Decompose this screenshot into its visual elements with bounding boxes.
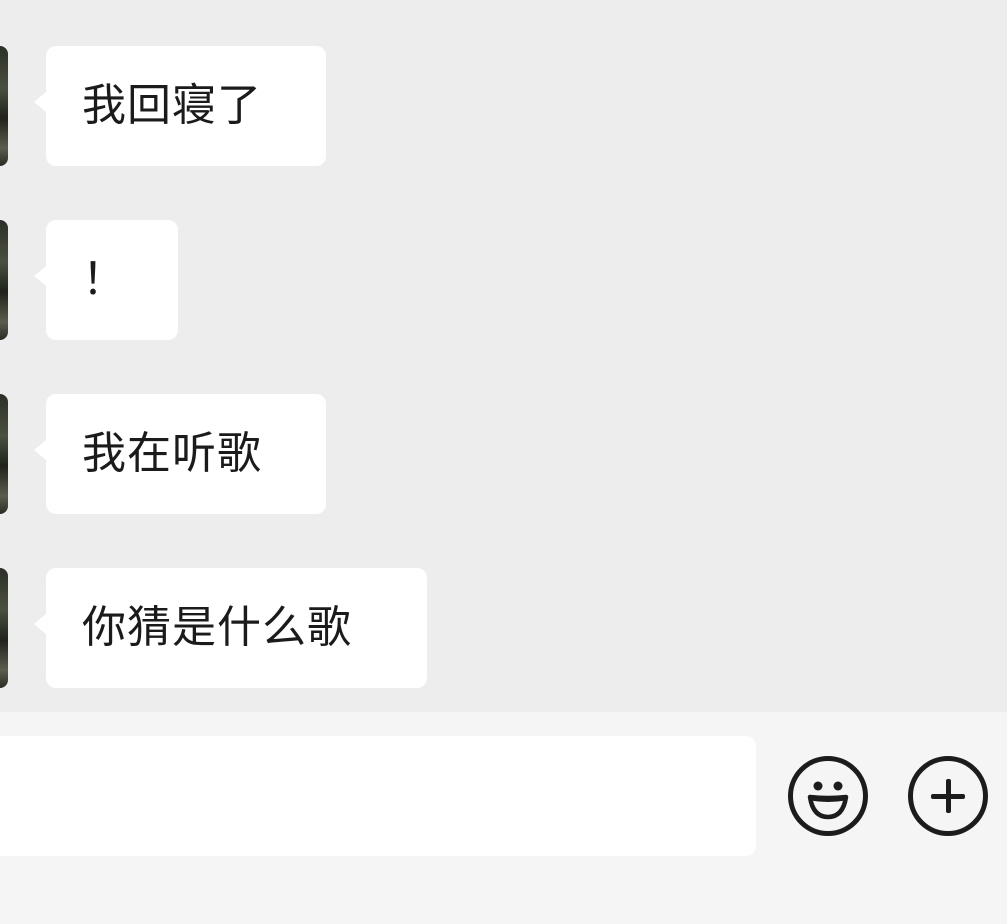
avatar[interactable] xyxy=(0,46,8,166)
message-text: 我回寝了 xyxy=(82,80,262,131)
plus-circle-icon[interactable] xyxy=(908,756,988,836)
message-input[interactable] xyxy=(0,736,756,856)
message-text: 你猜是什么歌 xyxy=(82,602,352,653)
message-text: ！ xyxy=(82,254,127,305)
avatar[interactable] xyxy=(0,394,8,514)
message-bubble[interactable]: ！ xyxy=(34,220,178,340)
avatar[interactable] xyxy=(0,220,8,340)
chat-message-area: 我回寝了 ！ 我在听歌 你猜是什么歌 xyxy=(0,0,1007,712)
message-bubble[interactable]: 我回寝了 xyxy=(34,46,326,166)
emoji-button[interactable] xyxy=(788,756,868,836)
composer-bar xyxy=(0,712,1007,924)
message-text: 我在听歌 xyxy=(82,428,262,479)
smile-emoji-icon xyxy=(807,781,849,820)
avatar[interactable] xyxy=(0,568,8,688)
message-bubble[interactable]: 我在听歌 xyxy=(34,394,326,514)
message-bubble[interactable]: 你猜是什么歌 xyxy=(34,568,427,688)
